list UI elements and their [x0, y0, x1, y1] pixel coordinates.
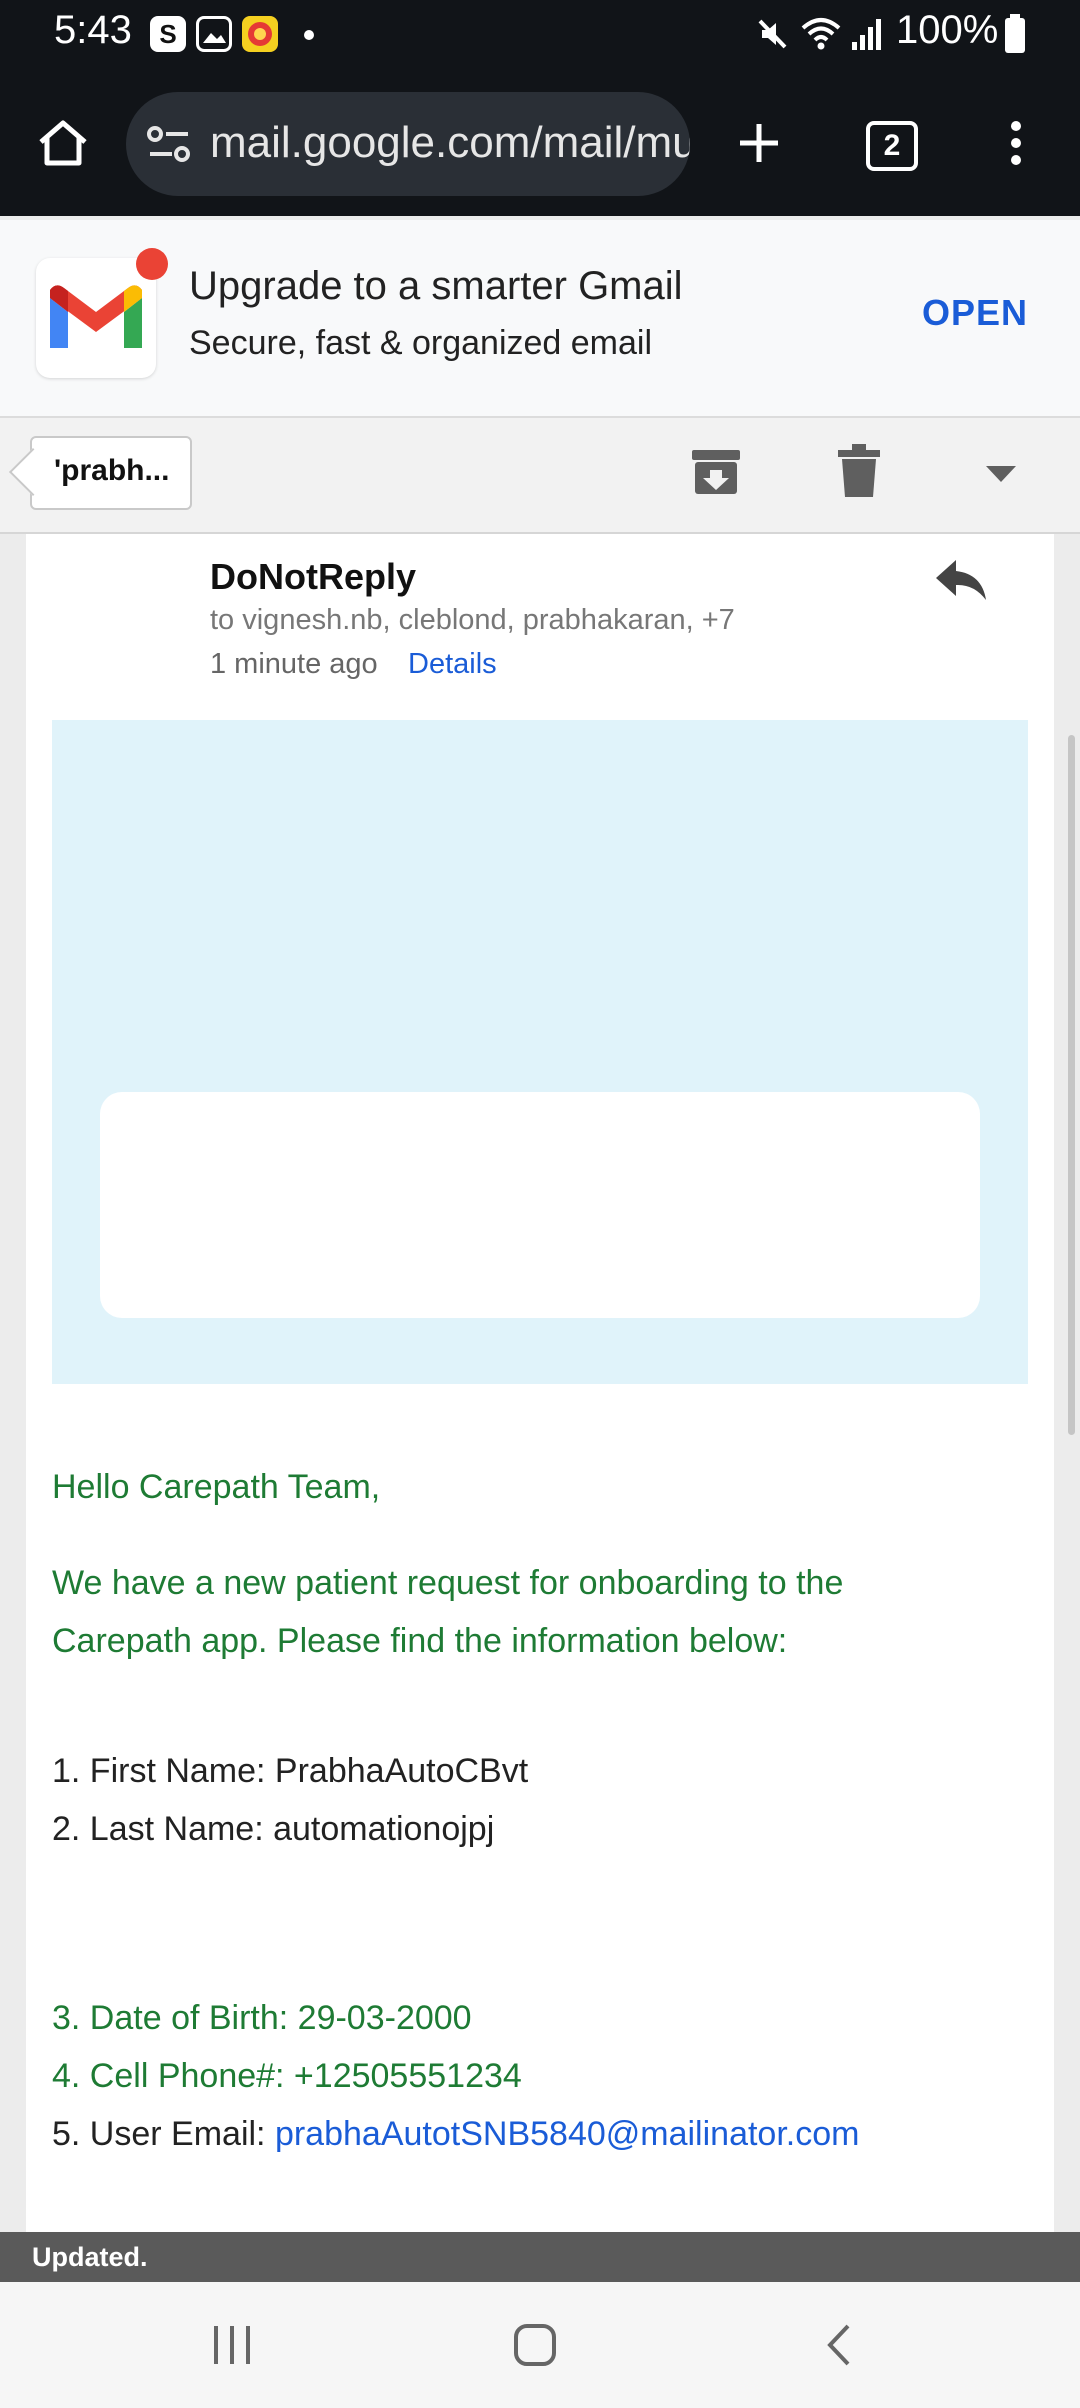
recent-apps-icon[interactable]: [210, 2322, 254, 2368]
toast-message: Updated.: [32, 2242, 148, 2272]
battery-percent: 100%: [896, 8, 999, 52]
url-text[interactable]: mail.google.com/mail/mu: [210, 118, 690, 168]
first-name-line: 1. First Name: PrabhaAutoCBvt: [52, 1752, 529, 1790]
more-notifications-dot: [304, 30, 314, 40]
open-app-button[interactable]: OPEN: [922, 292, 1028, 334]
dob-line: 3. Date of Birth: 29-03-2000: [52, 1999, 472, 2037]
notification-dot: [136, 248, 168, 280]
user-email-label: 5. User Email:: [52, 2115, 275, 2153]
more-actions-dropdown-icon[interactable]: [986, 466, 1016, 484]
page-scrollbar[interactable]: [1068, 735, 1075, 1435]
back-nav-icon[interactable]: [820, 2322, 860, 2368]
archive-icon[interactable]: [690, 446, 742, 498]
home-nav-icon[interactable]: [512, 2322, 558, 2368]
back-to-list-button[interactable]: 'prabh...: [8, 436, 192, 510]
email-timestamp: 1 minute ago: [210, 648, 378, 680]
greeting: Hello Carepath Team,: [52, 1468, 381, 1506]
gmail-app-banner: Upgrade to a smarter Gmail Secure, fast …: [0, 220, 1080, 418]
browser-toolbar: mail.google.com/mail/mu 2: [0, 68, 1080, 216]
home-icon[interactable]: [36, 118, 90, 168]
gmail-logo-icon: [36, 258, 156, 378]
system-navigation-bar: [0, 2282, 1080, 2408]
wifi-icon: [801, 18, 841, 50]
signal-icon: [852, 19, 881, 50]
mute-icon: [758, 19, 787, 49]
email-header-card: [100, 1092, 980, 1318]
reply-icon[interactable]: [934, 558, 988, 602]
tab-switcher-button[interactable]: 2: [866, 121, 918, 171]
user-email-line: 5. User Email: prabhaAutotSNB5840@mailin…: [52, 2115, 859, 2154]
back-arrow-shape: [8, 447, 58, 497]
status-time: 5:43: [54, 8, 132, 52]
recipients-line[interactable]: to vignesh.nb, cleblond, prabhakaran, +7: [210, 604, 735, 637]
details-link[interactable]: Details: [408, 648, 497, 681]
s-app-icon: S: [150, 16, 186, 52]
message-action-bar: 'prabh...: [0, 418, 1080, 534]
gallery-icon: [196, 16, 232, 52]
user-email-link[interactable]: prabhaAutotSNB5840@mailinator.com: [275, 2115, 860, 2153]
banner-title: Upgrade to a smarter Gmail: [189, 264, 683, 308]
battery-icon: [1005, 14, 1025, 53]
sender-name: DoNotReply: [210, 556, 416, 597]
last-name-line: 2. Last Name: automationojpj: [52, 1810, 495, 1848]
banner-subtitle: Secure, fast & organized email: [189, 324, 653, 362]
new-tab-icon[interactable]: [736, 120, 782, 166]
intro-line-2: Carepath app. Please find the informatio…: [52, 1622, 788, 1660]
site-settings-icon[interactable]: [146, 122, 192, 166]
app-badge-icon: [242, 16, 278, 52]
address-bar[interactable]: mail.google.com/mail/mu: [126, 92, 690, 196]
back-button-label: 'prabh...: [54, 454, 170, 487]
status-bar: 5:43 S 100%: [0, 0, 1080, 68]
delete-icon[interactable]: [838, 444, 880, 498]
intro-line-1: We have a new patient request for onboar…: [52, 1564, 844, 1602]
phone-line: 4. Cell Phone#: +12505551234: [52, 2057, 522, 2095]
more-menu-icon[interactable]: [1004, 118, 1028, 168]
status-toast: Updated.: [0, 2232, 1080, 2282]
